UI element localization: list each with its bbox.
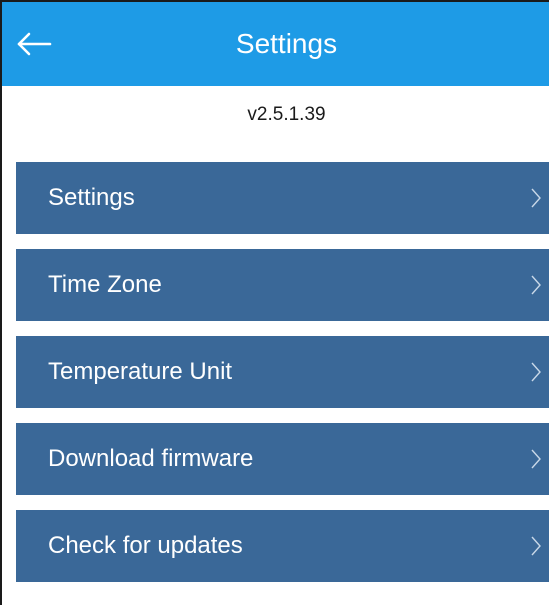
menu-item-label: Check for updates <box>48 532 243 559</box>
menu-item-label: Settings <box>48 184 135 211</box>
chevron-right-icon <box>529 187 543 209</box>
menu-item-temperature-unit[interactable]: Temperature Unit <box>16 336 549 408</box>
settings-menu: Settings Time Zone Temperature Unit Down… <box>16 162 549 597</box>
chevron-right-icon <box>529 535 543 557</box>
menu-item-label: Download firmware <box>48 445 254 472</box>
chevron-right-icon <box>529 361 543 383</box>
menu-item-label: Time Zone <box>48 271 162 298</box>
menu-item-label: Temperature Unit <box>48 358 233 385</box>
menu-item-time-zone[interactable]: Time Zone <box>16 249 549 321</box>
menu-item-settings[interactable]: Settings <box>16 162 549 234</box>
settings-screen: Settings v2.5.1.39 Settings Time Zone Te… <box>0 0 549 605</box>
menu-item-check-for-updates[interactable]: Check for updates <box>16 510 549 582</box>
menu-item-download-firmware[interactable]: Download firmware <box>16 423 549 495</box>
chevron-right-icon <box>529 274 543 296</box>
page-title: Settings <box>235 28 338 59</box>
version-label: v2.5.1.39 <box>247 104 326 125</box>
app-bar: Settings <box>2 2 549 86</box>
chevron-right-icon <box>529 448 543 470</box>
